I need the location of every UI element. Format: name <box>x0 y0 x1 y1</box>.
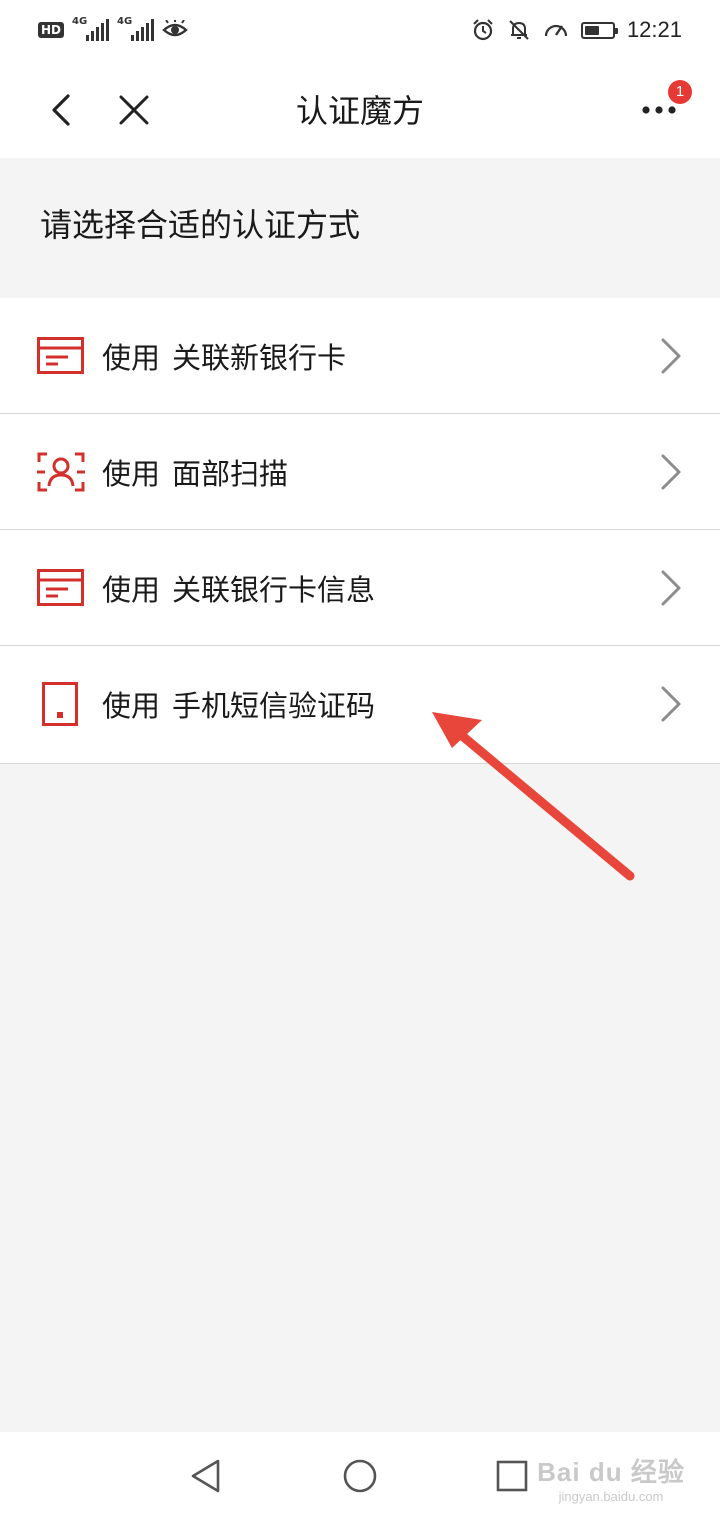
bank-card-icon <box>37 569 84 606</box>
phone-icon <box>42 682 78 726</box>
watermark-sub: jingyan.baidu.com <box>558 1489 664 1504</box>
triangle-back-icon <box>191 1459 220 1493</box>
auth-method-list: 使用 关联新银行卡 使用 面部扫描 使用 关联银行卡信息 使用 手机短信验证码 <box>0 298 720 764</box>
chevron-right-icon <box>661 686 681 722</box>
face-scan-icon <box>37 452 85 492</box>
method-name: 手机短信验证码 <box>172 689 376 723</box>
method-name: 关联新银行卡 <box>172 341 347 375</box>
status-left: HD 4G 4G <box>38 15 188 45</box>
method-name: 关联银行卡信息 <box>172 573 376 607</box>
back-arrow-icon <box>52 94 70 126</box>
system-recents-button[interactable] <box>492 1456 532 1496</box>
circle-home-icon <box>343 1459 377 1493</box>
method-bank-card-info[interactable]: 使用 关联银行卡信息 <box>0 530 720 646</box>
eye-comfort-icon <box>162 20 188 37</box>
signal-sim1-icon: 4G <box>72 16 110 41</box>
method-face-scan[interactable]: 使用 面部扫描 <box>0 414 720 530</box>
nav-bar: 认证魔方 1 <box>0 60 720 158</box>
chevron-right-icon <box>661 338 681 374</box>
chevron-right-icon <box>661 454 681 490</box>
watermark-main: Bai du 经验 <box>537 1457 685 1487</box>
method-prefix: 使用 <box>102 689 161 723</box>
hd-badge: HD <box>38 22 65 38</box>
speed-icon <box>544 24 568 37</box>
bank-card-icon <box>37 337 84 374</box>
back-button[interactable] <box>40 88 84 132</box>
method-prefix: 使用 <box>102 573 161 607</box>
watermark: Bai du 经验 jingyan.baidu.com <box>536 1452 686 1504</box>
page-title: 认证魔方 <box>295 92 424 130</box>
method-label: 使用 关联新银行卡 <box>102 335 346 377</box>
notification-badge: 1 <box>668 80 692 104</box>
method-new-bank-card[interactable]: 使用 关联新银行卡 <box>0 298 720 414</box>
alarm-icon <box>473 19 493 41</box>
section-header: 请选择合适的认证方式 <box>40 206 361 244</box>
sim1-network-tag: 4G <box>72 16 88 27</box>
method-label: 使用 关联银行卡信息 <box>102 567 375 609</box>
method-prefix: 使用 <box>102 341 161 375</box>
square-recents-icon <box>496 1460 528 1492</box>
system-back-button[interactable] <box>186 1456 226 1496</box>
status-right: 12:21 <box>471 15 682 45</box>
method-label: 使用 手机短信验证码 <box>102 683 375 725</box>
sim2-network-tag: 4G <box>117 16 133 27</box>
battery-icon <box>580 21 618 39</box>
status-bar: HD 4G 4G 12:21 <box>0 0 720 60</box>
method-name: 面部扫描 <box>172 457 289 491</box>
system-nav-bar: Bai du 经验 jingyan.baidu.com <box>0 1432 720 1520</box>
signal-sim2-icon: 4G <box>117 16 155 41</box>
status-time: 12:21 <box>626 17 682 42</box>
method-sms-code[interactable]: 使用 手机短信验证码 <box>0 646 720 764</box>
close-icon <box>119 95 149 125</box>
method-prefix: 使用 <box>102 457 161 491</box>
method-label: 使用 面部扫描 <box>102 451 288 493</box>
close-button[interactable] <box>112 88 156 132</box>
chevron-right-icon <box>661 570 681 606</box>
system-home-button[interactable] <box>340 1456 380 1496</box>
notifications-off-icon <box>509 20 529 40</box>
